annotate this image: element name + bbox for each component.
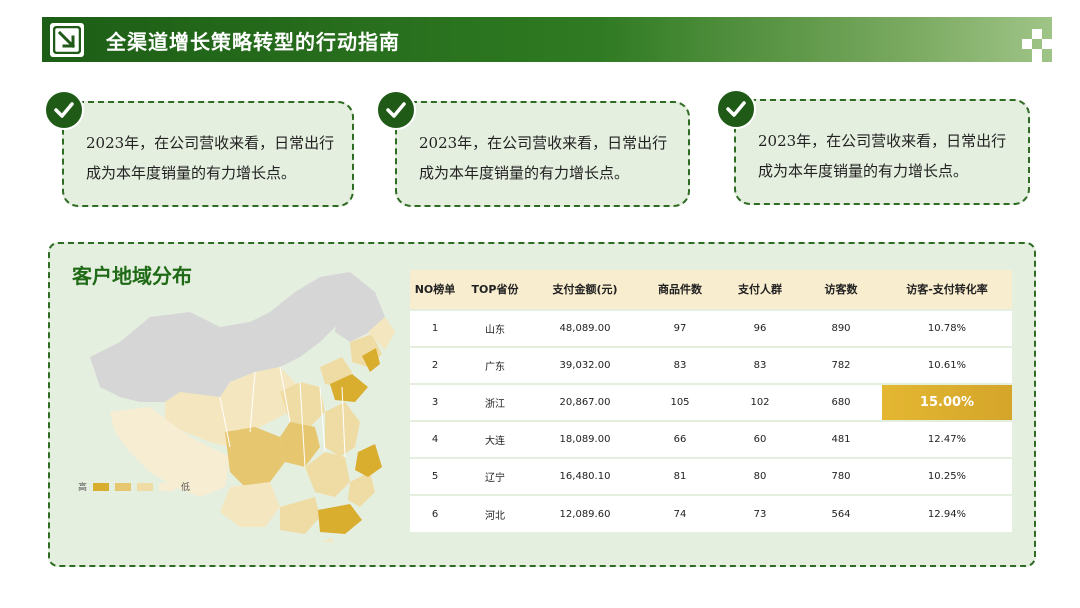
cell-conversion: 10.61% xyxy=(882,346,1012,384)
cell-buyers: 83 xyxy=(720,346,800,384)
cell-buyers: 80 xyxy=(720,457,800,495)
cell-rank: 4 xyxy=(410,420,460,458)
table-row: 4 大连 18,089.00 66 60 481 12.47% xyxy=(410,420,1012,458)
table-row: 2 广东 39,032.00 83 83 782 10.61% xyxy=(410,346,1012,384)
legend-swatch xyxy=(115,482,132,491)
col-header-conversion: 访客-支付转化率 xyxy=(882,270,1012,310)
map-sichuan xyxy=(225,427,285,487)
table-row: 3 浙江 20,867.00 105 102 680 15.00% xyxy=(410,383,1012,421)
map-base xyxy=(90,277,350,402)
page-title: 全渠道增长策略转型的行动指南 xyxy=(106,30,400,54)
cell-province: 大连 xyxy=(460,420,530,458)
cell-province: 河北 xyxy=(460,494,530,532)
check-icon xyxy=(716,89,756,129)
cell-items: 105 xyxy=(640,383,720,421)
cell-conversion: 12.94% xyxy=(882,494,1012,532)
decor-square xyxy=(1022,39,1032,49)
cell-conversion: 10.78% xyxy=(882,309,1012,347)
cell-visitors: 680 xyxy=(800,383,882,421)
col-header-items: 商品件数 xyxy=(640,270,720,310)
check-icon xyxy=(376,90,416,130)
cell-visitors: 481 xyxy=(800,420,882,458)
col-header-amount: 支付金额(元) xyxy=(530,270,640,310)
cell-visitors: 782 xyxy=(800,346,882,384)
arrow-down-right-icon xyxy=(53,26,81,54)
table-header-row: NO榜单 TOP省份 支付金额(元) 商品件数 支付人群 访客数 访客-支付转化… xyxy=(410,270,1012,310)
cell-conversion: 10.25% xyxy=(882,457,1012,495)
region-panel: 客户地域分布 高 低 NO榜单 TOP省份 支付金额(元) 商品件数 支付人群 … xyxy=(48,242,1036,567)
map-legend: 高 低 xyxy=(78,480,190,493)
cell-province: 广东 xyxy=(460,346,530,384)
cell-amount: 48,089.00 xyxy=(530,309,640,347)
check-icon xyxy=(44,90,84,130)
cell-rank: 3 xyxy=(410,383,460,421)
cell-rank: 2 xyxy=(410,346,460,384)
decor-square xyxy=(1032,49,1042,62)
map-fujian xyxy=(348,472,375,507)
col-header-province: TOP省份 xyxy=(460,270,530,310)
insight-card-2: 2023年，在公司营收来看，日常出行成为本年度销量的有力增长点。 xyxy=(395,101,690,207)
legend-swatch xyxy=(137,482,154,491)
cell-province: 辽宁 xyxy=(460,457,530,495)
map-hainan xyxy=(322,538,333,542)
cell-buyers: 73 xyxy=(720,494,800,532)
col-header-buyers: 支付人群 xyxy=(720,270,800,310)
cell-rank: 6 xyxy=(410,494,460,532)
province-table: NO榜单 TOP省份 支付金额(元) 商品件数 支付人群 访客数 访客-支付转化… xyxy=(410,270,1012,532)
legend-swatch xyxy=(93,482,110,491)
card-text: 2023年，在公司营收来看，日常出行成为本年度销量的有力增长点。 xyxy=(419,134,668,182)
legend-high-label: 高 xyxy=(78,483,88,493)
legend-swatch xyxy=(159,482,176,491)
cell-amount: 20,867.00 xyxy=(530,383,640,421)
cell-items: 74 xyxy=(640,494,720,532)
cell-rank: 1 xyxy=(410,309,460,347)
cell-buyers: 60 xyxy=(720,420,800,458)
col-header-visitors: 访客数 xyxy=(800,270,882,310)
cell-items: 83 xyxy=(640,346,720,384)
cell-amount: 12,089.60 xyxy=(530,494,640,532)
cell-items: 97 xyxy=(640,309,720,347)
insight-card-1: 2023年，在公司营收来看，日常出行成为本年度销量的有力增长点。 xyxy=(62,101,354,207)
cell-rank: 5 xyxy=(410,457,460,495)
legend-low-label: 低 xyxy=(181,483,191,493)
map-yunnan xyxy=(220,482,280,527)
cell-amount: 18,089.00 xyxy=(530,420,640,458)
china-map xyxy=(90,272,395,542)
logo xyxy=(50,23,84,57)
cell-conversion-highlight: 15.00% xyxy=(882,383,1012,421)
col-header-rank: NO榜单 xyxy=(410,270,460,310)
cell-buyers: 102 xyxy=(720,383,800,421)
insight-card-3: 2023年，在公司营收来看，日常出行成为本年度销量的有力增长点。 xyxy=(734,99,1030,205)
map-central-3 xyxy=(305,452,350,497)
map-guangdong xyxy=(318,504,362,534)
table-row: 1 山东 48,089.00 97 96 890 10.78% xyxy=(410,309,1012,347)
table-row: 5 辽宁 16,480.10 81 80 780 10.25% xyxy=(410,457,1012,495)
card-text: 2023年，在公司营收来看，日常出行成为本年度销量的有力增长点。 xyxy=(758,132,1007,180)
map-guangxi xyxy=(280,497,320,534)
cell-province: 山东 xyxy=(460,309,530,347)
cell-items: 66 xyxy=(640,420,720,458)
table-row: 6 河北 12,089.60 74 73 564 12.94% xyxy=(410,494,1012,532)
card-text: 2023年，在公司营收来看，日常出行成为本年度销量的有力增长点。 xyxy=(86,134,335,182)
cell-items: 81 xyxy=(640,457,720,495)
cell-amount: 16,480.10 xyxy=(530,457,640,495)
cell-visitors: 890 xyxy=(800,309,882,347)
cell-amount: 39,032.00 xyxy=(530,346,640,384)
map-zhejiang xyxy=(355,444,382,477)
cell-conversion: 12.47% xyxy=(882,420,1012,458)
cell-buyers: 96 xyxy=(720,309,800,347)
header-banner: 全渠道增长策略转型的行动指南 xyxy=(42,17,1052,62)
cell-visitors: 780 xyxy=(800,457,882,495)
cell-province: 浙江 xyxy=(460,383,530,421)
decor-square xyxy=(1032,29,1042,39)
cell-visitors: 564 xyxy=(800,494,882,532)
decor-square xyxy=(1042,39,1052,49)
